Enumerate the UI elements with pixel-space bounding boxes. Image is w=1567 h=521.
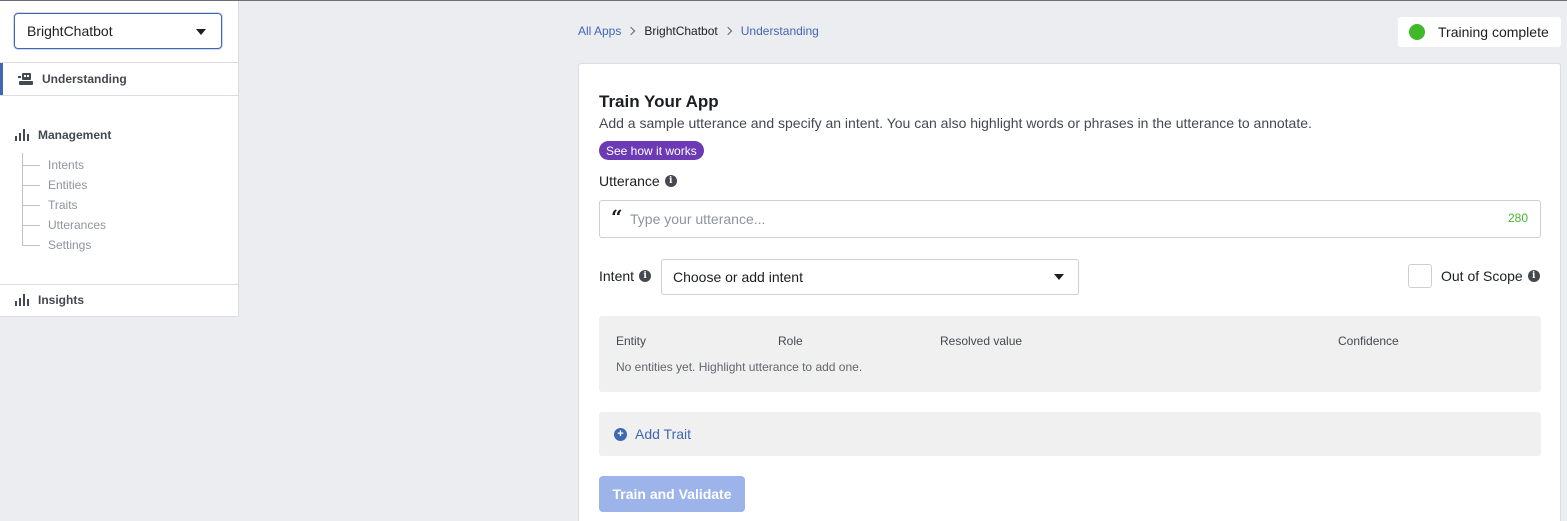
sidebar-item-understanding[interactable]: Understanding [0, 63, 238, 95]
utterance-field: “ 280 [599, 200, 1541, 238]
info-icon[interactable]: i [664, 175, 677, 187]
column-header-resolved-value: Resolved value [940, 334, 1023, 348]
tree-connector [22, 244, 40, 246]
app-selector-value: BrightChatbot [27, 23, 113, 39]
utterance-input[interactable] [630, 202, 1490, 236]
bar-chart-icon [15, 129, 29, 141]
char-count: 280 [1507, 211, 1528, 225]
quote-icon: “ [611, 205, 623, 229]
sidebar-item-intents[interactable]: Intents [22, 155, 84, 175]
train-app-card: Train Your App Add a sample utterance an… [578, 63, 1561, 521]
sidebar-item-insights[interactable]: Insights [0, 290, 238, 310]
chevron-right-icon [723, 26, 732, 36]
out-of-scope-checkbox[interactable] [1408, 264, 1432, 288]
sidebar-item-label: Insights [38, 293, 85, 307]
robot-icon [18, 73, 33, 85]
sidebar-item-management[interactable]: Management [0, 125, 238, 145]
breadcrumb: All Apps BrightChatbot Understanding [578, 23, 819, 39]
app-selector[interactable]: BrightChatbot [14, 13, 222, 49]
info-icon[interactable]: i [639, 270, 652, 282]
chevron-right-icon [627, 26, 636, 36]
column-header-confidence: Confidence [1338, 334, 1399, 348]
out-of-scope-label: Out of Scope i [1441, 268, 1540, 284]
breadcrumb-app[interactable]: BrightChatbot [644, 24, 717, 38]
sidebar-divider [0, 95, 239, 96]
tree-connector [22, 184, 40, 186]
bar-chart-icon [15, 294, 29, 306]
tree-connector [22, 204, 40, 206]
sidebar-item-utterances[interactable]: Utterances [22, 215, 106, 235]
intent-select-value: Choose or add intent [673, 269, 803, 285]
train-and-validate-button[interactable]: Train and Validate [599, 476, 745, 512]
sidebar-item-label: Entities [48, 178, 88, 192]
sidebar: BrightChatbot Understanding Management I… [0, 1, 239, 317]
column-header-entity: Entity [616, 334, 647, 348]
page-title: Train Your App [599, 92, 719, 111]
sidebar-item-label: Understanding [42, 72, 127, 86]
utterance-label-text: Utterance [599, 173, 660, 189]
chevron-down-icon [196, 29, 206, 35]
entity-table: Entity Role Resolved value Confidence No… [599, 316, 1541, 392]
plus-circle-icon: + [614, 427, 627, 441]
sidebar-item-label: Traits [48, 198, 78, 212]
see-how-it-works-button[interactable]: See how it works [599, 141, 704, 160]
intent-select[interactable]: Choose or add intent [661, 259, 1079, 295]
breadcrumb-understanding[interactable]: Understanding [741, 24, 819, 38]
tree-connector [22, 224, 40, 226]
intent-label-text: Intent [599, 268, 635, 284]
sidebar-item-label: Intents [48, 158, 85, 172]
tree-connector [22, 164, 40, 166]
chevron-down-icon [1054, 274, 1064, 280]
sidebar-item-label: Management [38, 128, 112, 142]
add-trait-button[interactable]: + Add Trait [599, 412, 1541, 456]
sidebar-item-traits[interactable]: Traits [22, 195, 78, 215]
training-status: Training complete [1398, 17, 1561, 47]
sidebar-item-settings[interactable]: Settings [22, 235, 91, 255]
entities-empty-message: No entities yet. Highlight utterance to … [616, 360, 863, 374]
sidebar-divider [0, 284, 239, 285]
sidebar-item-entities[interactable]: Entities [22, 175, 87, 195]
sidebar-item-label: Utterances [48, 218, 107, 232]
training-status-label: Training complete [1438, 24, 1549, 40]
utterance-label: Utterance i [599, 173, 677, 189]
sidebar-item-label: Settings [48, 238, 92, 252]
out-of-scope-label-text: Out of Scope [1441, 268, 1523, 284]
breadcrumb-all-apps[interactable]: All Apps [578, 24, 621, 38]
column-header-role: Role [778, 334, 803, 348]
card-description: Add a sample utterance and specify an in… [599, 115, 1312, 131]
add-trait-label: Add Trait [635, 426, 692, 442]
info-icon[interactable]: i [1527, 270, 1540, 282]
status-dot-icon [1409, 24, 1425, 40]
intent-label: Intent i [599, 268, 652, 284]
